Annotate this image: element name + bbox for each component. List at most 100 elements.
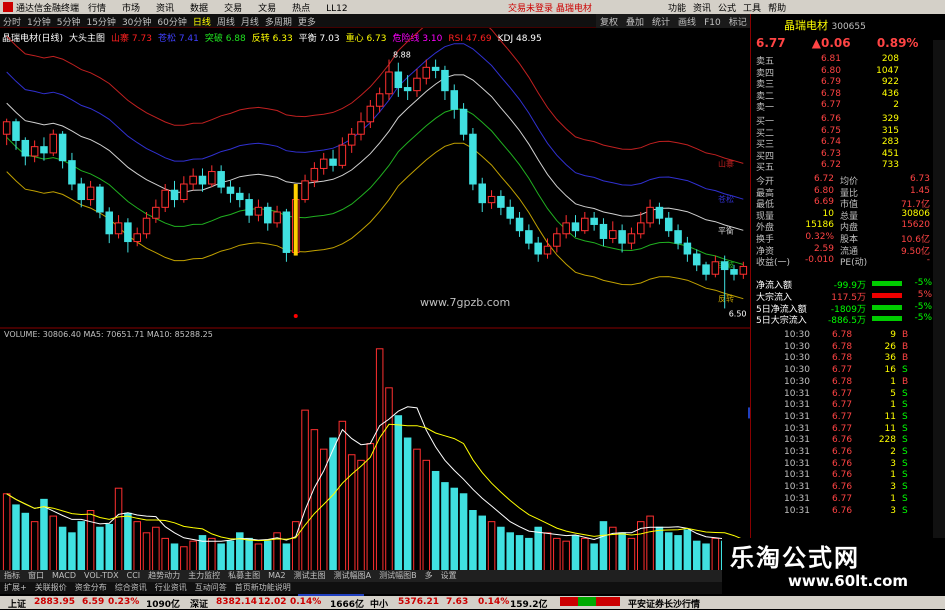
candle-body[interactable]	[226, 186, 235, 194]
candle-body[interactable]	[96, 186, 104, 213]
candle-body[interactable]	[58, 133, 67, 162]
candle-body[interactable]	[692, 253, 701, 266]
volume-bar[interactable]	[375, 348, 384, 584]
toolbar-button[interactable]: 统计	[648, 14, 674, 29]
volume-bar[interactable]	[431, 470, 440, 584]
candle-body[interactable]	[49, 133, 58, 154]
indicator-tab[interactable]: 窗口	[24, 570, 48, 581]
candle-body[interactable]	[319, 158, 328, 169]
info-tab[interactable]: 行业资讯	[151, 582, 191, 593]
candle-body[interactable]	[105, 211, 114, 235]
info-tab[interactable]: 互动问答	[191, 582, 231, 593]
candle-body[interactable]	[655, 206, 664, 219]
candle-body[interactable]	[571, 222, 580, 232]
candle-body[interactable]	[375, 93, 384, 107]
indicator-tab[interactable]: 私募主图	[224, 570, 264, 581]
volume-bar[interactable]	[441, 482, 449, 584]
info-tab[interactable]: 综合资讯	[111, 582, 151, 593]
candle-body[interactable]	[236, 192, 244, 201]
period-tab[interactable]: 日线	[190, 14, 214, 29]
candle-body[interactable]	[422, 66, 431, 79]
info-tab[interactable]: 资金分布	[71, 582, 111, 593]
volume-bar[interactable]	[319, 448, 328, 584]
volume-bar[interactable]	[413, 448, 421, 584]
menu-item[interactable]: 行情	[88, 4, 106, 14]
volume-bar[interactable]	[450, 487, 459, 584]
period-tab[interactable]: 周线	[214, 14, 238, 29]
indicator-tab[interactable]: MA2	[264, 571, 289, 580]
candle-body[interactable]	[133, 233, 141, 243]
menu-item[interactable]: 文易	[258, 4, 276, 14]
rmenu-item[interactable]: 公式	[718, 4, 736, 14]
candle-body[interactable]	[506, 206, 514, 219]
candle-body[interactable]	[366, 105, 375, 123]
indicator-tab[interactable]: 主力监控	[184, 570, 224, 581]
candle-body[interactable]	[189, 175, 197, 185]
period-tab[interactable]: 更多	[295, 14, 319, 29]
volume-bar[interactable]	[329, 437, 337, 584]
volume-bar[interactable]	[357, 459, 365, 584]
volume-bar[interactable]	[310, 429, 319, 584]
info-tab[interactable]: 首页新功能说明	[231, 582, 295, 593]
candle-body[interactable]	[180, 183, 188, 201]
candle-body[interactable]	[245, 199, 253, 216]
menu-item[interactable]: 资讯	[156, 4, 174, 14]
vertical-sidebar[interactable]	[933, 40, 945, 570]
indicator-tab[interactable]: 多	[421, 570, 437, 581]
candle-body[interactable]	[478, 183, 487, 204]
candle-body[interactable]	[543, 245, 552, 255]
indicator-tab[interactable]: 测试幅图A	[330, 570, 375, 581]
candle-body[interactable]	[636, 222, 645, 235]
candle-body[interactable]	[590, 217, 598, 225]
candle-body[interactable]	[385, 71, 393, 95]
period-tab[interactable]: 60分钟	[154, 14, 189, 29]
candle-body[interactable]	[114, 222, 123, 235]
kline-chart[interactable]: 8.007.757.507.257.006.756.50山寨苍松平衡突破反转8.…	[0, 28, 750, 598]
volume-bar[interactable]	[422, 459, 431, 584]
login-status[interactable]: 交易未登录 晶瑞电材	[508, 1, 592, 14]
candle-body[interactable]	[347, 133, 356, 146]
candle-body[interactable]	[627, 233, 636, 244]
candle-body[interactable]	[413, 77, 421, 92]
candle-body[interactable]	[739, 265, 748, 275]
candle-body[interactable]	[338, 144, 347, 166]
candle-body[interactable]	[581, 217, 589, 232]
volume-bar[interactable]	[301, 409, 309, 584]
menu-item[interactable]: 数据	[190, 4, 208, 14]
indicator-tab[interactable]: CCI	[123, 571, 145, 580]
menu-item[interactable]: 热点	[292, 4, 310, 14]
candle-body[interactable]	[301, 180, 309, 201]
candle-body[interactable]	[124, 222, 132, 243]
toolbar-button[interactable]: 标记	[725, 14, 751, 29]
period-tab[interactable]: 分时	[0, 14, 24, 29]
candle-body[interactable]	[40, 146, 48, 154]
candle-body[interactable]	[431, 66, 440, 71]
candle-body[interactable]	[170, 189, 179, 201]
candle-body[interactable]	[161, 189, 169, 208]
candle-body[interactable]	[702, 264, 710, 275]
candle-body[interactable]	[664, 217, 673, 232]
menu-item[interactable]: LL12	[326, 4, 347, 14]
candle-body[interactable]	[459, 108, 468, 135]
info-tab[interactable]: 扩展+	[0, 582, 31, 593]
candle-body[interactable]	[357, 121, 365, 135]
volume-bar[interactable]	[403, 437, 412, 584]
rmenu-item[interactable]: 功能	[668, 4, 686, 14]
candle-body[interactable]	[553, 233, 561, 247]
rmenu-item[interactable]: 资讯	[693, 4, 711, 14]
candle-body[interactable]	[487, 195, 496, 204]
toolbar-button[interactable]: 复权	[596, 14, 622, 29]
volume-bar[interactable]	[394, 415, 403, 584]
candle-body[interactable]	[497, 195, 505, 208]
candle-body[interactable]	[198, 175, 207, 185]
period-tab[interactable]: 月线	[238, 14, 262, 29]
candle-body[interactable]	[515, 217, 524, 232]
candle-body[interactable]	[152, 206, 160, 219]
candle-body[interactable]	[263, 206, 272, 224]
candle-body[interactable]	[450, 90, 459, 110]
candle-body[interactable]	[68, 160, 76, 185]
candle-body[interactable]	[720, 261, 729, 271]
rmenu-item[interactable]: 帮助	[768, 4, 786, 14]
indicator-tab[interactable]: 指标	[0, 570, 24, 581]
indicator-tab[interactable]: 设置	[437, 570, 461, 581]
